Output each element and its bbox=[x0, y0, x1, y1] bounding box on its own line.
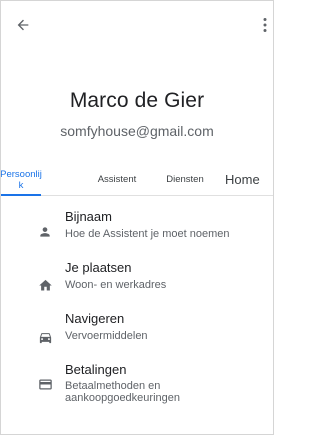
person-icon bbox=[37, 224, 53, 240]
tab-home-label: Home bbox=[225, 172, 260, 187]
tab-persoonlijk-label-line2: k bbox=[18, 179, 24, 191]
profile-email: somfyhouse@gmail.com bbox=[60, 123, 214, 139]
top-app-bar bbox=[1, 1, 273, 49]
more-options-button[interactable] bbox=[257, 9, 273, 41]
profile-name: Marco de Gier bbox=[69, 89, 205, 112]
tab-home[interactable]: Home bbox=[225, 164, 273, 195]
tab-persoonlijk-label-line1: Persoonlij bbox=[0, 168, 42, 180]
list-item-subtitle: Hoe de Assistent je moet noemen bbox=[65, 228, 230, 240]
tab-diensten[interactable]: Diensten bbox=[155, 164, 215, 195]
tab-persoonlijk[interactable]: Persoonlij k bbox=[0, 164, 42, 196]
list-item-bijnaam[interactable]: Bijnaam Hoe de Assistent je moet noemen bbox=[1, 206, 273, 258]
list-item-je-plaatsen[interactable]: Je plaatsen Woon- en werkadres bbox=[1, 257, 273, 309]
list-item-title: Navigeren bbox=[65, 311, 125, 326]
list-item-subtitle: Woon- en werkadres bbox=[65, 279, 167, 291]
list-item-title: Je plaatsen bbox=[65, 260, 132, 275]
tab-assistent-label: Assistent bbox=[97, 174, 137, 185]
list-item-subtitle-line1: Betaalmethoden en bbox=[65, 380, 161, 392]
tab-assistent[interactable]: Assistent bbox=[87, 164, 147, 195]
list-item-navigeren[interactable]: Navigeren Vervoermiddelen bbox=[1, 308, 273, 360]
list-item-title: Betalingen bbox=[65, 362, 127, 377]
list-item-subtitle-line2: aankoopgoedkeuringen bbox=[65, 392, 180, 404]
tab-bar: Persoonlij k Assistent Diensten Home bbox=[1, 164, 273, 196]
arrow-back-icon bbox=[17, 19, 29, 31]
tab-diensten-label: Diensten bbox=[166, 174, 204, 185]
more-vert-icon bbox=[263, 18, 267, 32]
list-item-title: Bijnaam bbox=[65, 209, 112, 224]
car-icon bbox=[37, 329, 53, 345]
list-item-betalingen[interactable]: Betalingen Betaalmethoden en aankoopgoed… bbox=[1, 359, 273, 429]
back-button[interactable] bbox=[5, 7, 41, 43]
active-tab-indicator bbox=[1, 194, 41, 196]
home-icon bbox=[37, 277, 53, 293]
list-item-subtitle: Vervoermiddelen bbox=[65, 330, 148, 342]
credit-card-icon bbox=[37, 376, 53, 392]
app-screen: Marco de Gier somfyhouse@gmail.com Perso… bbox=[0, 0, 274, 435]
